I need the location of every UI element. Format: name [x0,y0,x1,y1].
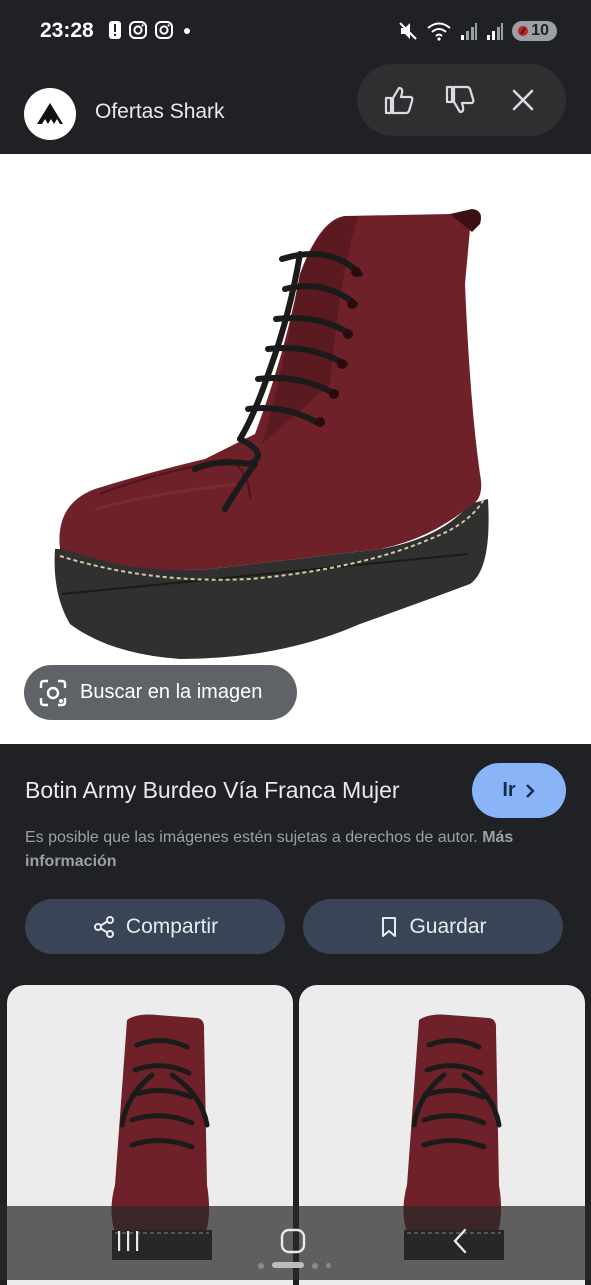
bookmark-icon [382,916,397,937]
shark-logo-icon [31,95,69,133]
close-button[interactable] [505,82,541,118]
share-icon [93,915,114,938]
close-icon [512,89,534,111]
status-bar: 23:28 10 [0,0,591,64]
avatar[interactable] [24,88,76,140]
battery-saver-icon [518,26,529,36]
page-dot [258,1263,264,1269]
product-image-panel[interactable]: Buscar en la imagen [0,154,591,744]
recent-apps-icon [118,1231,139,1251]
recent-apps-button[interactable] [108,1226,148,1256]
home-button[interactable] [273,1226,313,1256]
battery-level: 10 [531,22,549,39]
go-button[interactable]: Ir [472,763,566,818]
thumbs-up-icon [384,86,414,115]
back-icon [453,1228,467,1254]
chevron-right-icon [525,783,535,798]
home-indicator [272,1262,304,1268]
lens-icon [39,679,67,706]
share-button[interactable]: Compartir [25,899,285,954]
share-label: Compartir [125,914,219,938]
instagram-icon [129,21,147,39]
mute-icon [399,22,417,40]
back-button[interactable] [440,1226,480,1256]
go-label: Ir [502,779,516,801]
disclaimer-text: Es posible que las imágenes estén sujeta… [25,829,478,846]
thumbs-down-button[interactable] [442,82,478,118]
save-label: Guardar [409,914,487,938]
instagram-icon [155,21,173,39]
feedback-bar [357,64,566,136]
copyright-notice: Es posible que las imágenes estén sujeta… [25,826,525,874]
thumbs-down-icon [445,85,475,114]
signal-icon [461,23,478,40]
signal-icon [487,23,504,40]
battery-indicator: 10 [512,21,557,41]
dot-icon [184,28,190,34]
source-name[interactable]: Ofertas Shark [95,100,225,124]
home-icon [280,1228,306,1254]
product-title: Botin Army Burdeo Vía Franca Mujer [25,777,400,803]
system-nav-bar [0,1206,591,1280]
thumbs-up-button[interactable] [381,82,417,118]
save-button[interactable]: Guardar [303,899,563,954]
clock: 23:28 [40,19,94,42]
page-dot [312,1263,318,1269]
page-dot [326,1263,331,1268]
alert-icon [109,21,121,39]
search-in-image-label: Buscar en la imagen [80,681,263,703]
wifi-icon [427,22,451,41]
boot-image [54,209,489,659]
source-header: Ofertas Shark [0,64,591,154]
search-in-image-button[interactable]: Buscar en la imagen [24,665,297,720]
